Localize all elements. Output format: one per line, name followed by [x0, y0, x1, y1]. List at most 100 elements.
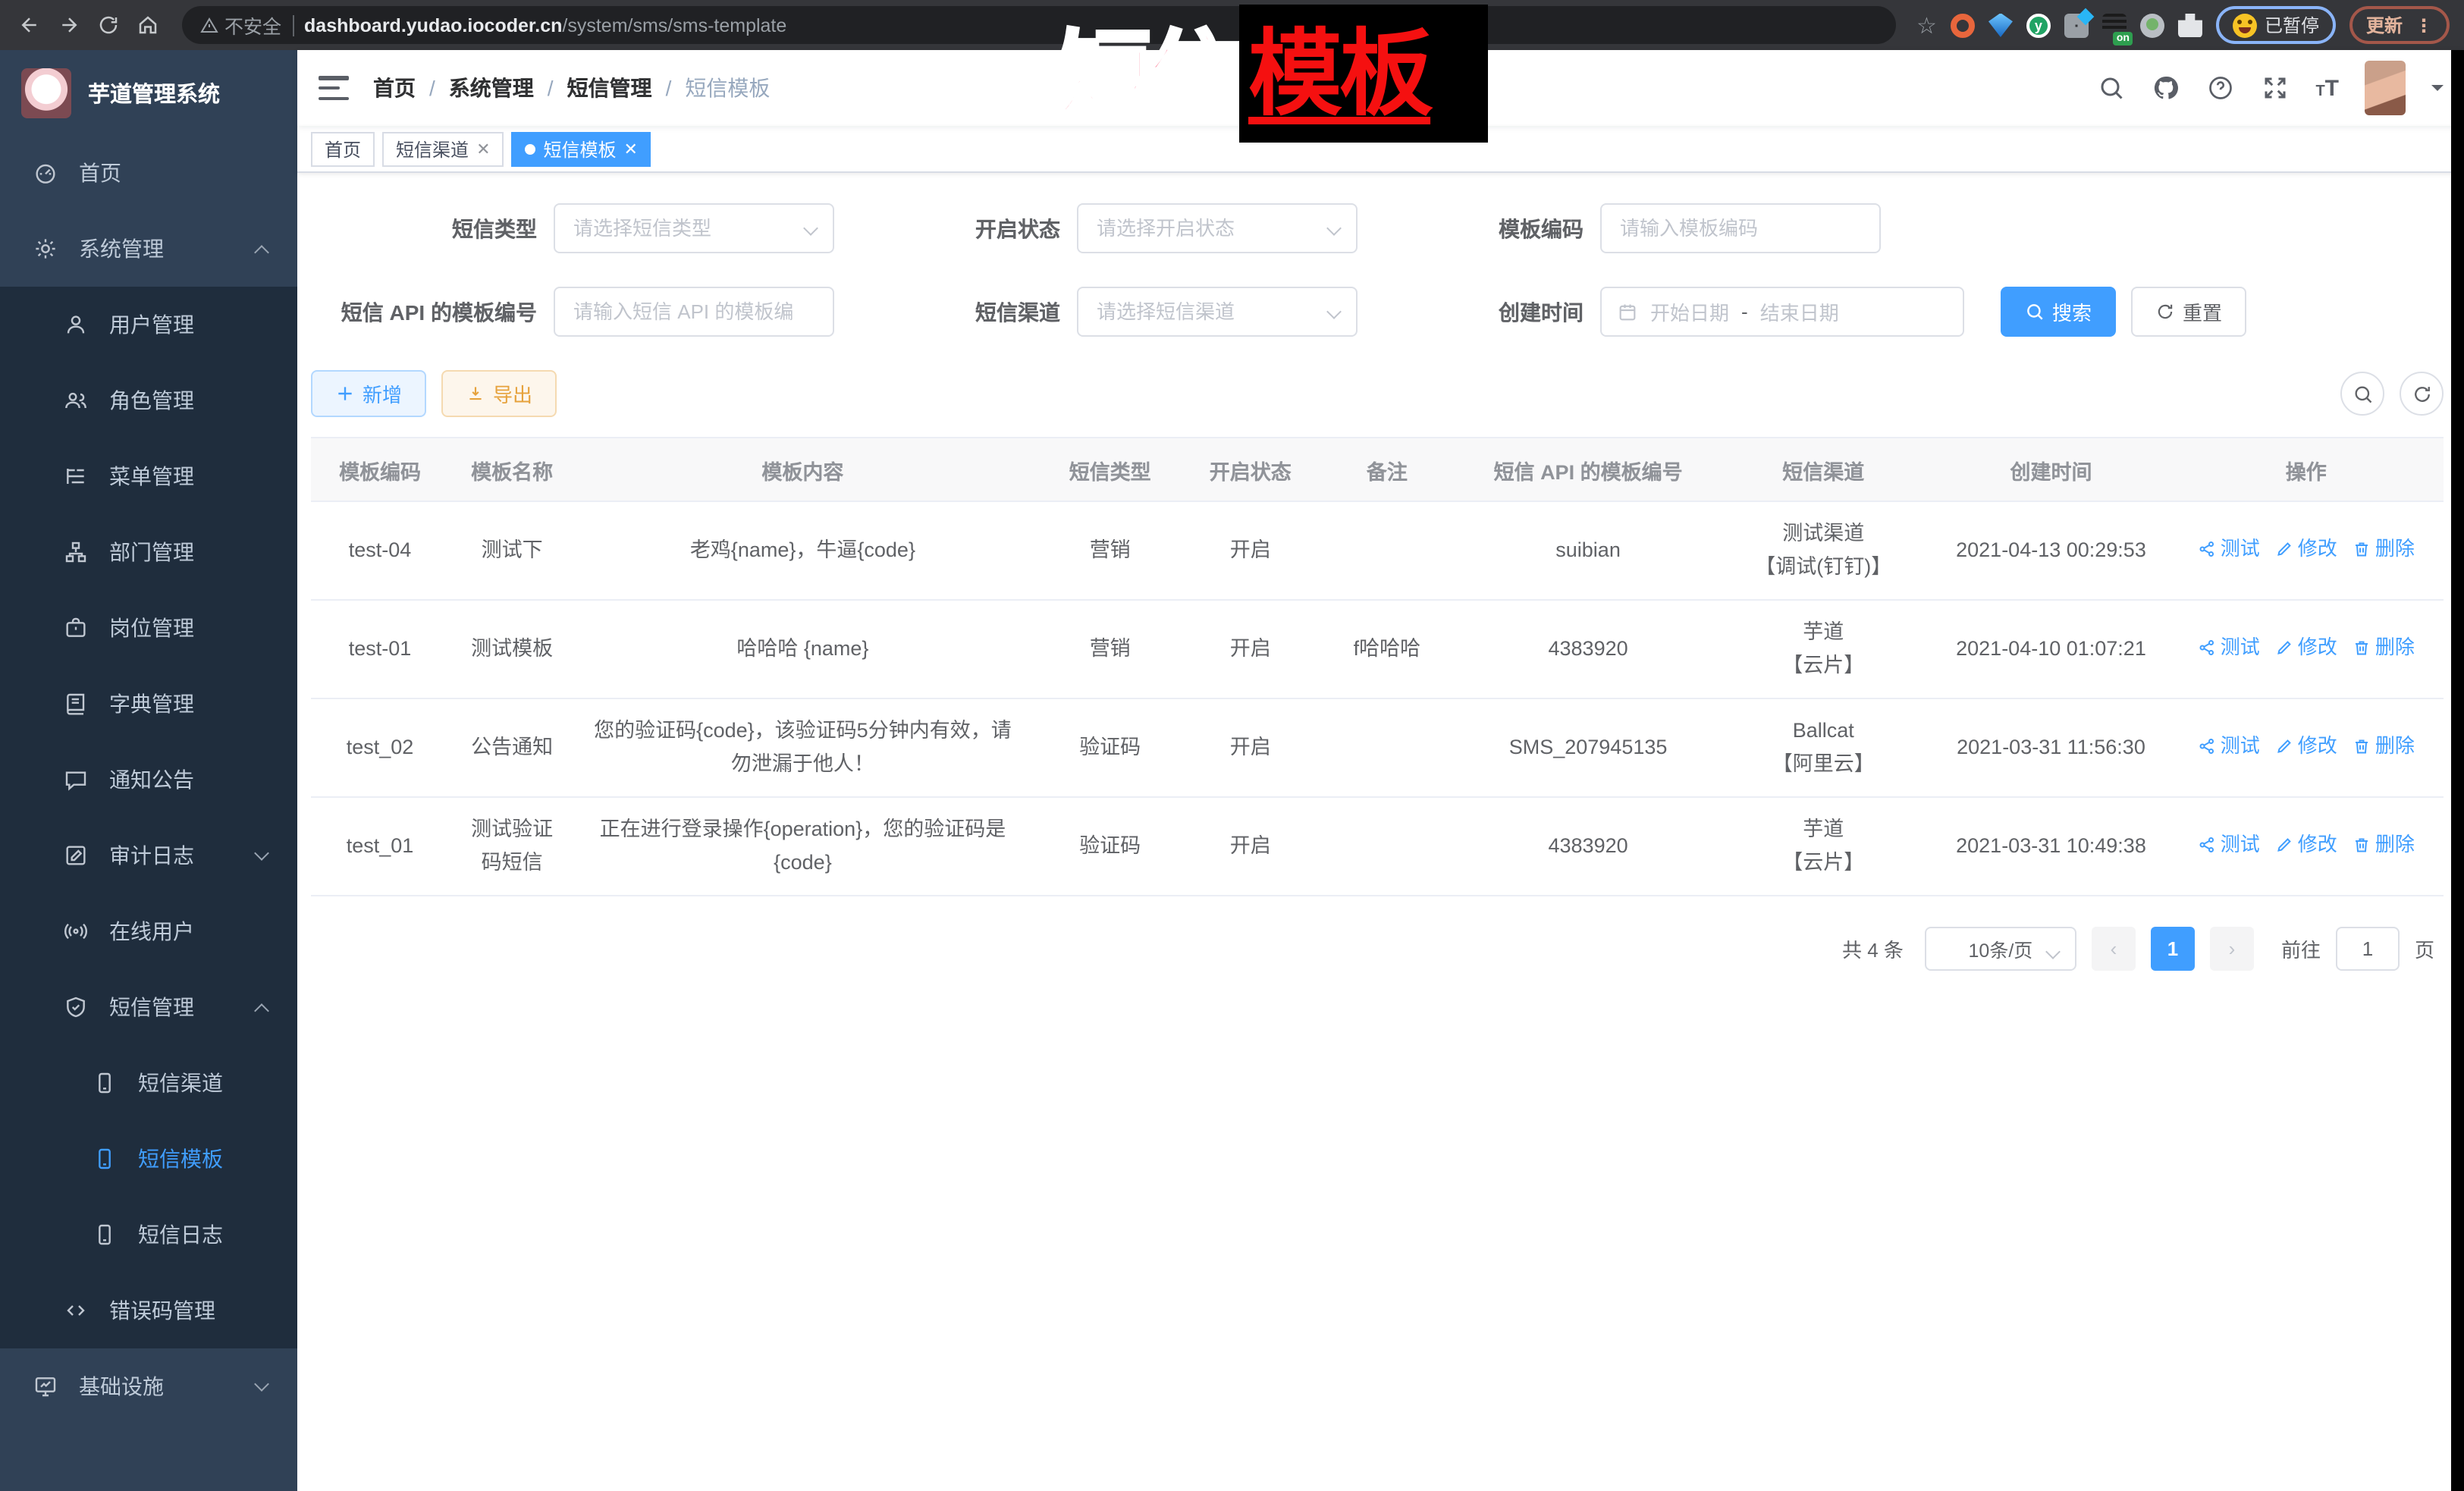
status-select[interactable]: [1077, 203, 1358, 253]
page-size-select[interactable]: 10条/页: [1925, 927, 2076, 971]
sms-type-select-input[interactable]: [555, 205, 833, 252]
extension-proxy-icon[interactable]: [1951, 13, 1975, 37]
sidebar-item-dictionary[interactable]: 字典管理: [0, 666, 297, 742]
extension-badge: on: [2114, 31, 2133, 45]
col-header-remark: 备注: [1311, 438, 1463, 501]
sidebar-item-system[interactable]: 系统管理: [0, 211, 297, 287]
search-button[interactable]: 搜索: [2001, 287, 2116, 337]
search-icon: [2025, 302, 2045, 322]
forward-icon[interactable]: [55, 11, 82, 39]
col-header-api-id: 短信 API 的模板编号: [1463, 438, 1713, 501]
sidebar-item-departments[interactable]: 部门管理: [0, 514, 297, 590]
reload-icon[interactable]: [94, 11, 121, 39]
phone-icon: [91, 1146, 117, 1172]
refresh-icon: [2155, 302, 2175, 322]
edit-link[interactable]: 修改: [2275, 631, 2337, 664]
current-page-button[interactable]: 1: [2151, 927, 2195, 971]
extension-person-icon[interactable]: [2140, 13, 2164, 37]
bookmark-star-icon[interactable]: ☆: [1916, 11, 1937, 39]
sidebar-item-online-users[interactable]: 在线用户: [0, 893, 297, 969]
breadcrumb-system[interactable]: 系统管理: [449, 73, 534, 103]
sidebar-item-home[interactable]: 首页: [0, 135, 297, 211]
create-time-range-picker[interactable]: 开始日期 - 结束日期: [1600, 287, 1964, 337]
github-icon[interactable]: [2152, 74, 2180, 102]
delete-link[interactable]: 删除: [2353, 730, 2415, 763]
search-icon[interactable]: [2097, 74, 2126, 102]
sidebar-item-infrastructure[interactable]: 基础设施: [0, 1348, 297, 1424]
template-code-input[interactable]: [1602, 205, 1879, 252]
extensions-puzzle-icon[interactable]: [2178, 13, 2202, 37]
not-secure-warning[interactable]: 不安全: [200, 11, 281, 39]
prev-page-button[interactable]: ‹: [2092, 927, 2136, 971]
sidebar-item-menus[interactable]: 菜单管理: [0, 438, 297, 514]
font-size-icon[interactable]: TT: [2315, 77, 2339, 99]
cell-remark: [1311, 797, 1463, 896]
tag-home[interactable]: 首页: [311, 131, 375, 166]
sidebar-collapse-icon[interactable]: [319, 76, 349, 100]
date-start-placeholder[interactable]: 开始日期: [1650, 297, 1729, 326]
user-avatar[interactable]: [2365, 61, 2406, 115]
sms-template-table: 模板编码 模板名称 模板内容 短信类型 开启状态 备注 短信 API 的模板编号…: [311, 437, 2444, 896]
channel-select-input[interactable]: [1078, 288, 1356, 335]
add-button[interactable]: 新增: [311, 370, 426, 417]
breadcrumb-separator: /: [548, 76, 554, 100]
test-link[interactable]: 测试: [2198, 532, 2260, 566]
cell-created: 2021-03-31 10:49:38: [1933, 797, 2168, 896]
sidebar-item-announcements[interactable]: 通知公告: [0, 742, 297, 818]
back-icon[interactable]: [15, 11, 42, 39]
sidebar-item-sms-template[interactable]: 短信模板: [0, 1121, 297, 1197]
test-link[interactable]: 测试: [2198, 828, 2260, 862]
goto-page-input[interactable]: [2336, 927, 2400, 971]
sidebar-item-roles[interactable]: 角色管理: [0, 363, 297, 438]
edit-link[interactable]: 修改: [2275, 828, 2337, 862]
sidebar-item-posts[interactable]: 岗位管理: [0, 590, 297, 666]
browser-profile-chip[interactable]: 已暂停: [2216, 6, 2336, 44]
filter-label: 开启状态: [834, 213, 1077, 243]
tag-sms-channel[interactable]: 短信渠道 ✕: [382, 131, 504, 166]
extension-y-icon[interactable]: y: [2026, 13, 2051, 37]
toggle-search-button[interactable]: [2340, 372, 2384, 416]
sidebar-item-users[interactable]: 用户管理: [0, 287, 297, 363]
sms-type-select[interactable]: [554, 203, 834, 253]
tag-close-icon[interactable]: ✕: [476, 139, 490, 159]
next-page-button[interactable]: ›: [2210, 927, 2254, 971]
breadcrumb-home[interactable]: 首页: [373, 73, 416, 103]
home-icon[interactable]: [133, 11, 161, 39]
sidebar-item-audit-log[interactable]: 审计日志: [0, 818, 297, 893]
extension-list-icon[interactable]: on: [2102, 13, 2127, 37]
test-link[interactable]: 测试: [2198, 631, 2260, 664]
sidebar-item-error-codes[interactable]: 错误码管理: [0, 1273, 297, 1348]
tag-label: 短信渠道: [396, 136, 469, 162]
api-template-id-input[interactable]: [555, 288, 833, 335]
date-end-placeholder[interactable]: 结束日期: [1760, 297, 1839, 326]
delete-link[interactable]: 删除: [2353, 631, 2415, 664]
fullscreen-icon[interactable]: [2261, 74, 2290, 102]
sidebar-item-sms-log[interactable]: 短信日志: [0, 1197, 297, 1273]
extension-grid-icon[interactable]: [2064, 13, 2089, 37]
address-bar[interactable]: 不安全 dashboard.yudao.iocoder.cn/system/sm…: [182, 6, 1895, 44]
edit-link[interactable]: 修改: [2275, 730, 2337, 763]
help-icon[interactable]: [2206, 74, 2235, 102]
breadcrumb-current: 短信模板: [685, 73, 770, 103]
refresh-table-button[interactable]: [2400, 372, 2444, 416]
browser-menu-icon[interactable]: ⋮: [2415, 16, 2433, 34]
avatar-caret-icon[interactable]: [2431, 85, 2444, 97]
tag-sms-template[interactable]: 短信模板✕: [512, 131, 651, 166]
export-button[interactable]: 导出: [441, 370, 557, 417]
browser-update-button[interactable]: 更新 ⋮: [2349, 6, 2450, 44]
app-logo-row[interactable]: 芋道管理系统: [0, 50, 297, 135]
tag-close-icon[interactable]: ✕: [624, 139, 638, 159]
delete-link[interactable]: 删除: [2353, 532, 2415, 566]
delete-link[interactable]: 删除: [2353, 828, 2415, 862]
status-select-input[interactable]: [1078, 205, 1356, 252]
reset-button[interactable]: 重置: [2131, 287, 2246, 337]
sidebar-item-sms-channel[interactable]: 短信渠道: [0, 1045, 297, 1121]
breadcrumb-sms[interactable]: 短信管理: [567, 73, 652, 103]
app-header: 首页 / 系统管理 / 短信管理 / 短信模板 TT: [297, 50, 2464, 126]
edit-link[interactable]: 修改: [2275, 532, 2337, 566]
channel-select[interactable]: [1077, 287, 1358, 337]
test-link[interactable]: 测试: [2198, 730, 2260, 763]
filter-api-template-id: 短信 API 的模板编号: [311, 287, 834, 337]
extension-gem-icon[interactable]: [1988, 13, 2013, 37]
sidebar-item-sms[interactable]: 短信管理: [0, 969, 297, 1045]
